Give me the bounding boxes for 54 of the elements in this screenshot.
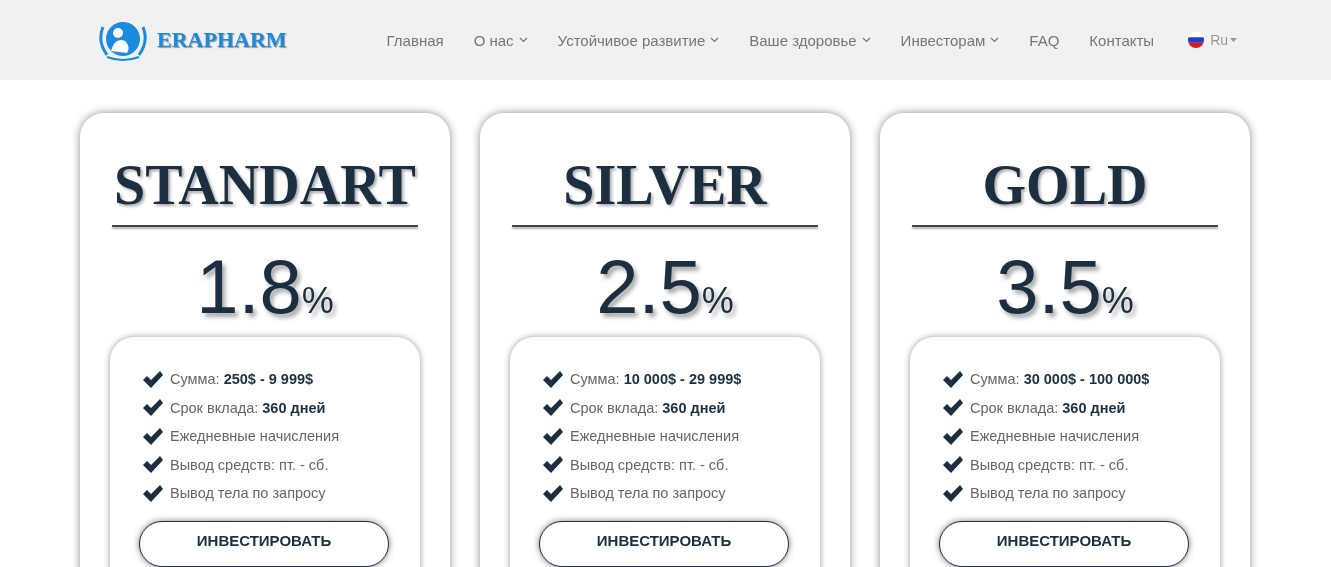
checkmark-icon <box>542 398 564 418</box>
checkmark-icon <box>942 483 964 503</box>
invest-button[interactable]: ИНВЕСТИРОВАТЬ <box>939 521 1189 567</box>
feature-text: Срок вклада: 360 дней <box>970 399 1126 416</box>
nav-link[interactable]: Инвесторам <box>900 31 1000 49</box>
feature-text: Ежедневные начисления <box>970 428 1139 445</box>
invest-button[interactable]: ИНВЕСТИРОВАТЬ <box>139 521 389 567</box>
checkmark-icon <box>142 369 164 389</box>
nav-link[interactable]: Контакты <box>1089 31 1155 49</box>
globe-emblem-icon <box>97 19 149 61</box>
checkmark-icon <box>142 398 164 418</box>
feature-text: Вывод средств: пт. - сб. <box>970 456 1129 473</box>
caret-icon <box>1230 37 1238 43</box>
flag-icon <box>1188 32 1205 48</box>
rate-unit: % <box>1101 279 1134 322</box>
rate-value: 1.8 <box>196 246 302 327</box>
checkmark-icon <box>542 426 564 446</box>
plan-title: STANDART <box>114 153 416 217</box>
checkmark-icon <box>542 483 564 503</box>
checkmark-icon <box>942 455 964 475</box>
plan-title: GOLD <box>982 153 1148 217</box>
checkmark-icon <box>142 483 164 503</box>
feature-text: Вывод средств: пт. - сб. <box>570 456 729 473</box>
feature-text: Вывод тела по запросу <box>970 485 1126 502</box>
checkmark-icon <box>542 369 564 389</box>
feature-text: Сумма: 10 000$ - 29 999$ <box>570 371 742 388</box>
checkmark-icon <box>942 369 964 389</box>
language-selector[interactable]: Ru <box>1210 32 1238 48</box>
feature-text: Ежедневные начисления <box>570 428 739 445</box>
rate-unit: % <box>701 279 734 322</box>
rate-unit: % <box>301 279 334 322</box>
plan-title: SILVER <box>563 153 767 217</box>
feature-text: Сумма: 30 000$ - 100 000$ <box>970 371 1150 388</box>
rate-value: 2.5 <box>596 246 702 327</box>
invest-button[interactable]: ИНВЕСТИРОВАТЬ <box>539 521 789 567</box>
feature-text: Сумма: 250$ - 9 999$ <box>170 371 314 388</box>
nav-link[interactable]: Ваше здоровье <box>749 31 871 49</box>
feature-text: Вывод средств: пт. - сб. <box>170 456 329 473</box>
checkmark-icon <box>142 426 164 446</box>
nav-link[interactable]: FAQ <box>1029 31 1060 49</box>
checkmark-icon <box>942 426 964 446</box>
nav-link[interactable]: Устойчивое развитие <box>557 31 720 49</box>
checkmark-icon <box>942 398 964 418</box>
feature-text: Ежедневные начисления <box>170 428 339 445</box>
feature-text: Вывод тела по запросу <box>570 485 726 502</box>
rate-value: 3.5 <box>996 246 1102 327</box>
checkmark-icon <box>542 455 564 475</box>
nav-link[interactable]: О нас <box>473 31 528 49</box>
feature-text: Срок вклада: 360 дней <box>570 399 726 416</box>
feature-text: Вывод тела по запросу <box>170 485 326 502</box>
checkmark-icon <box>142 455 164 475</box>
logo-text[interactable]: ERAPHARM <box>157 27 287 53</box>
nav-link[interactable]: Главная <box>386 31 444 49</box>
feature-text: Срок вклада: 360 дней <box>170 399 326 416</box>
